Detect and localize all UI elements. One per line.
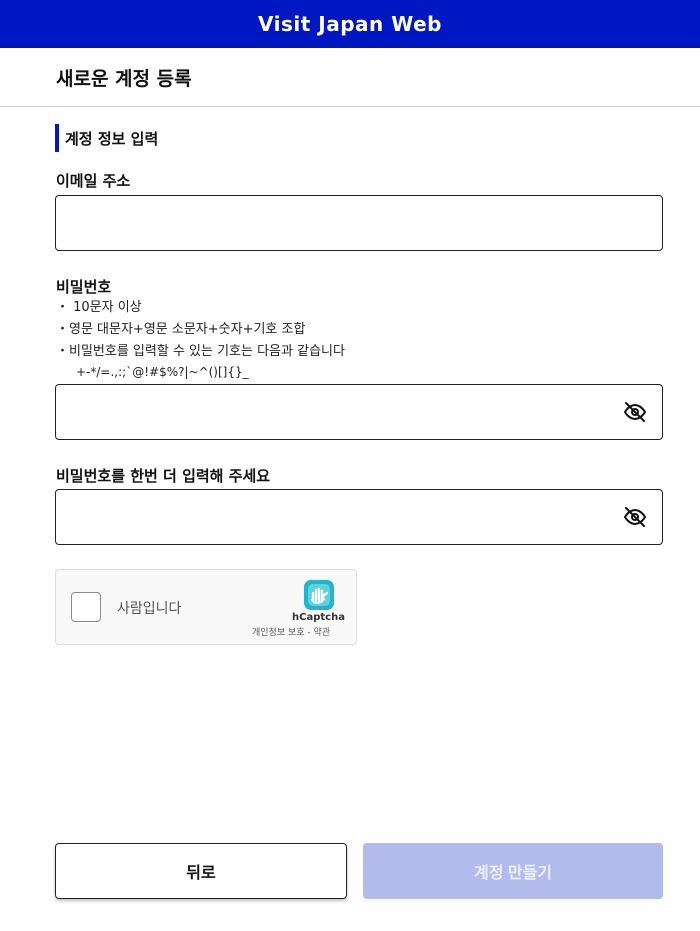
create-account-button[interactable]: 계정 만들기 bbox=[363, 843, 663, 899]
captcha-brand: hCaptcha bbox=[292, 612, 345, 623]
captcha-widget: 사람입니다 hCaptcha 개인정보 보호 - 약관 bbox=[55, 569, 357, 645]
password-rules: ・ 10문자 이상 ・영문 대문자+영문 소문자+숫자+기호 조합 ・비밀번호를… bbox=[56, 297, 345, 381]
email-label: 이메일 주소 bbox=[56, 172, 131, 190]
password-rule: ・ 10문자 이상 bbox=[56, 300, 142, 315]
eye-slash-icon[interactable] bbox=[621, 398, 649, 426]
password-rule: ・비밀번호를 입력할 수 있는 기호는 다음과 같습니다 bbox=[56, 344, 345, 359]
password-label: 비밀번호 bbox=[56, 278, 112, 296]
section-title: 계정 정보 입력 bbox=[65, 129, 159, 148]
eye-slash-icon[interactable] bbox=[621, 503, 649, 531]
section-accent-bar bbox=[55, 124, 59, 152]
hcaptcha-logo-icon bbox=[302, 578, 336, 612]
password-confirm-field[interactable] bbox=[55, 489, 663, 545]
email-field[interactable] bbox=[55, 195, 663, 251]
captcha-label: 사람입니다 bbox=[117, 601, 182, 617]
site-title: Visit Japan Web bbox=[258, 12, 442, 36]
section-header: 계정 정보 입력 bbox=[55, 124, 158, 152]
title-divider bbox=[0, 106, 700, 107]
password-confirm-label: 비밀번호를 한번 더 입력해 주세요 bbox=[56, 467, 271, 485]
password-rule: ・영문 대문자+영문 소문자+숫자+기호 조합 bbox=[56, 322, 306, 337]
top-bar: Visit Japan Web bbox=[0, 0, 700, 48]
password-allowed-symbols: +-*/=.,:;`@!#$%?|~^()[]{}_ bbox=[76, 365, 249, 379]
page-title: 새로운 계정 등록 bbox=[56, 68, 192, 90]
captcha-checkbox[interactable] bbox=[71, 592, 101, 622]
captcha-privacy-terms-links[interactable]: 개인정보 보호 - 약관 bbox=[252, 625, 330, 638]
password-field[interactable] bbox=[55, 384, 663, 440]
back-button[interactable]: 뒤로 bbox=[55, 843, 347, 899]
